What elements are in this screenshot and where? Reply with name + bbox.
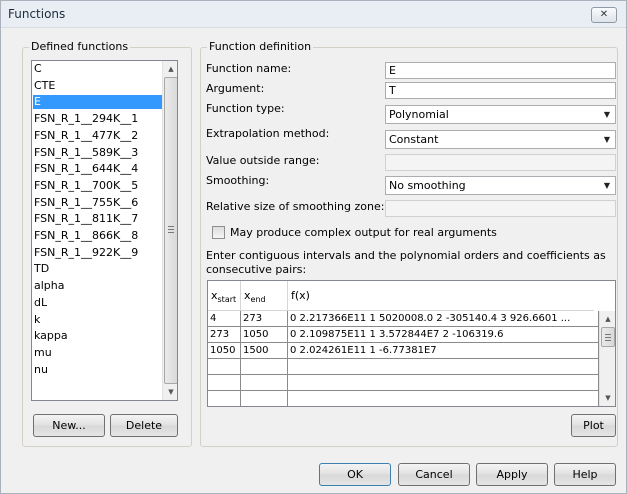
apply-button[interactable]: Apply <box>476 463 548 486</box>
dialog-title: Functions <box>8 7 66 21</box>
chevron-down-icon: ▼ <box>603 110 610 119</box>
table-cell[interactable]: 1050 <box>241 327 288 343</box>
value-outside-range-label: Value outside range: <box>206 154 320 167</box>
table-cell[interactable]: 273 <box>208 327 241 343</box>
list-item[interactable]: FSN_R_1__755K__6 <box>33 196 163 210</box>
list-item[interactable]: FSN_R_1__922K__9 <box>33 246 163 260</box>
list-item[interactable]: FSN_R_1__644K__4 <box>33 162 163 176</box>
table-cell[interactable]: 1500 <box>241 343 288 359</box>
help-button[interactable]: Help <box>554 463 616 486</box>
argument-field[interactable]: T <box>385 82 616 99</box>
list-item[interactable]: k <box>33 313 163 327</box>
list-item[interactable]: nu <box>33 363 163 377</box>
scroll-thumb[interactable] <box>164 77 177 384</box>
table-cell[interactable]: 4 <box>208 311 241 327</box>
defined-functions-list[interactable]: C CTE E FSN_R_1__294K__1 FSN_R_1__477K__2 FSN… <box>31 60 178 401</box>
table-cell[interactable]: 0 2.109875E11 1 3.572844E7 2 -106319.6 <box>288 327 599 343</box>
table-cell[interactable]: 273 <box>241 311 288 327</box>
list-item[interactable]: FSN_R_1__866K__8 <box>33 229 163 243</box>
list-item[interactable]: CTE <box>33 79 163 93</box>
defined-functions-label: Defined functions <box>29 40 131 53</box>
function-definition-label: Function definition <box>207 40 314 53</box>
table-cell[interactable] <box>241 375 288 391</box>
scroll-up-icon[interactable]: ▲ <box>163 61 177 77</box>
list-item[interactable]: TD <box>33 262 163 276</box>
new-function-button[interactable]: New... <box>33 414 105 437</box>
table-cell[interactable]: 0 2.024261E11 1 -6.77381E7 <box>288 343 599 359</box>
smoothing-zone-label: Relative size of smoothing zone: <box>206 200 385 213</box>
list-item[interactable]: FSN_R_1__700K__5 <box>33 179 163 193</box>
table-cell[interactable] <box>288 391 599 406</box>
chevron-down-icon: ▼ <box>603 135 610 144</box>
close-button[interactable]: ✕ <box>591 7 617 23</box>
extrapolation-value: Constant <box>389 133 439 146</box>
table-cell[interactable] <box>241 359 288 375</box>
scroll-up-icon[interactable]: ▲ <box>600 311 615 327</box>
cancel-button[interactable]: Cancel <box>398 463 470 486</box>
list-item[interactable]: kappa <box>33 329 163 343</box>
table-cell[interactable] <box>208 375 241 391</box>
list-item[interactable]: FSN_R_1__589K__3 <box>33 146 163 160</box>
table-cell[interactable]: 0 2.217366E11 1 5020008.0 2 -305140.4 3 … <box>288 311 599 327</box>
list-item[interactable]: alpha <box>33 279 163 293</box>
list-item[interactable]: FSN_R_1__811K__7 <box>33 212 163 226</box>
argument-label: Argument: <box>206 82 265 95</box>
column-header-fx: f(x) <box>288 281 594 311</box>
list-item[interactable]: mu <box>33 346 163 360</box>
complex-output-label: May produce complex output for real argu… <box>230 226 497 239</box>
function-type-label: Function type: <box>206 102 285 115</box>
title-bar: Functions ✕ <box>1 1 626 28</box>
smoothing-label: Smoothing: <box>206 174 270 187</box>
scroll-down-icon[interactable]: ▼ <box>600 390 615 406</box>
table-cell[interactable] <box>241 391 288 406</box>
functions-dialog: Functions ✕ Defined functions C CTE E FSN_R… <box>0 0 627 494</box>
ok-button[interactable]: OK <box>319 463 391 486</box>
function-name-label: Function name: <box>206 62 292 75</box>
column-header-xend: xend <box>241 281 288 311</box>
smoothing-select[interactable]: No smoothing ▼ <box>385 176 616 195</box>
polynomial-table[interactable]: xstart xend f(x) 4 273 0 2.217366E11 1 502… <box>207 280 616 407</box>
value-outside-range-field[interactable] <box>385 154 616 171</box>
table-cell[interactable] <box>288 375 599 391</box>
instructions-text: Enter contiguous intervals and the polyn… <box>206 249 606 276</box>
delete-function-button[interactable]: Delete <box>110 414 178 437</box>
function-name-field[interactable]: E <box>385 62 616 79</box>
table-scrollbar[interactable]: ▲ ▼ <box>599 311 615 406</box>
extrapolation-select[interactable]: Constant ▼ <box>385 130 616 149</box>
function-type-select[interactable]: Polynomial ▼ <box>385 105 616 124</box>
smoothing-value: No smoothing <box>389 179 466 192</box>
table-cell[interactable] <box>208 391 241 406</box>
plot-button[interactable]: Plot <box>571 414 616 437</box>
complex-output-checkbox[interactable] <box>212 226 225 239</box>
function-type-value: Polynomial <box>389 108 449 121</box>
list-item[interactable]: dL <box>33 296 163 310</box>
list-item[interactable]: FSN_R_1__477K__2 <box>33 129 163 143</box>
table-scroll-thumb[interactable] <box>601 327 615 347</box>
column-header-xstart: xstart <box>208 281 241 311</box>
table-cell[interactable] <box>288 359 599 375</box>
list-item[interactable]: C <box>33 62 163 76</box>
list-item[interactable]: E <box>33 95 163 110</box>
scroll-down-icon[interactable]: ▼ <box>163 384 177 400</box>
table-cell[interactable]: 1050 <box>208 343 241 359</box>
chevron-down-icon: ▼ <box>603 181 610 190</box>
table-cell[interactable] <box>208 359 241 375</box>
list-scrollbar[interactable]: ▲ ▼ <box>162 61 177 400</box>
close-icon: ✕ <box>599 9 609 20</box>
smoothing-zone-field[interactable] <box>385 200 616 217</box>
list-item[interactable]: FSN_R_1__294K__1 <box>33 112 163 126</box>
extrapolation-label: Extrapolation method: <box>206 127 330 140</box>
